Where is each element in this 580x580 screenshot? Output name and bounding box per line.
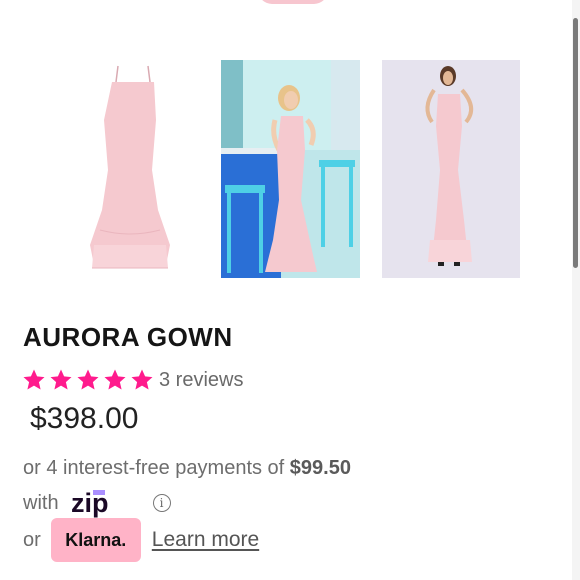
- product-price: $398.00: [30, 402, 139, 435]
- carousel-indicator: [258, 0, 328, 4]
- installment-amount: $99.50: [289, 457, 351, 479]
- star-icon: [77, 369, 99, 390]
- product-rating[interactable]: 3 reviews: [22, 368, 243, 392]
- product-image-studio-model[interactable]: [382, 60, 520, 278]
- installments-prefix: or 4 interest-free payments of: [23, 457, 290, 479]
- learn-more-link[interactable]: Learn more: [152, 528, 259, 552]
- scrollbar-track[interactable]: [572, 0, 580, 580]
- star-icon: [50, 369, 72, 390]
- installments-text: or 4 interest-free payments of $99.50: [23, 457, 351, 480]
- info-icon[interactable]: i: [152, 494, 171, 512]
- with-label: with: [23, 491, 59, 514]
- product-gallery: [0, 60, 570, 280]
- zip-logo[interactable]: zip: [69, 488, 145, 518]
- zip-payment-row: with zip i: [23, 488, 171, 518]
- zip-accent: [92, 490, 105, 495]
- or-label: or: [23, 528, 41, 551]
- product-image-flat[interactable]: [60, 60, 200, 278]
- product-title: AURORA GOWN: [23, 322, 233, 352]
- product-image-bar-scene[interactable]: [221, 60, 360, 278]
- star-icon: [104, 369, 126, 390]
- scrollbar-thumb[interactable]: [573, 18, 578, 268]
- reviews-link[interactable]: 3 reviews: [159, 369, 243, 392]
- star-icon: [23, 369, 45, 390]
- klarna-payment-row: or Klarna. Learn more: [23, 518, 259, 562]
- klarna-badge[interactable]: Klarna.: [50, 518, 141, 562]
- star-icon: [131, 369, 153, 390]
